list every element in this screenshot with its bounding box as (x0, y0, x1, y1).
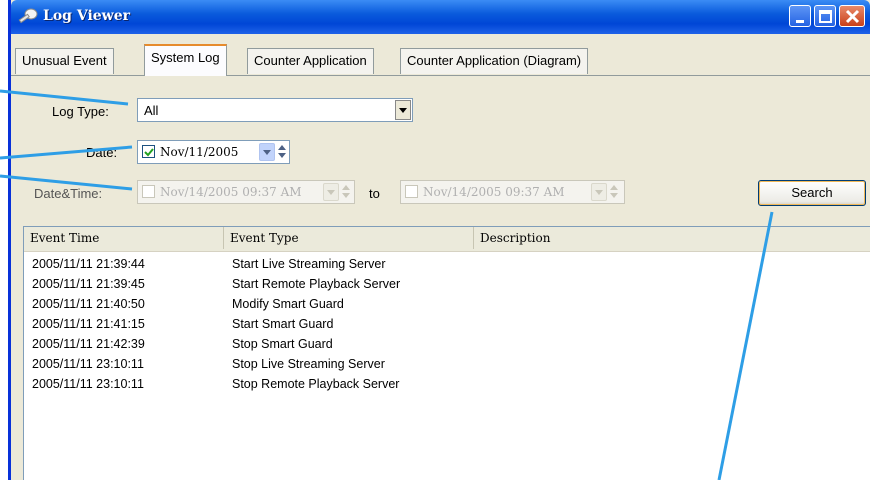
tab-counter-application-diagram[interactable]: Counter Application (Diagram) (400, 48, 589, 74)
date-label: Date: (86, 145, 118, 160)
title-bar[interactable]: Log Viewer (11, 0, 870, 34)
table-body: 2005/11/11 21:39:44 Start Live Streaming… (24, 255, 870, 395)
datetime-to-picker[interactable]: Nov/14/2005 09:37 AM (400, 180, 625, 204)
table-row[interactable]: 2005/11/11 21:39:44 Start Live Streaming… (24, 255, 870, 275)
date-value: Nov/11/2005 (160, 145, 239, 159)
datetime-to-spinner[interactable] (609, 183, 619, 201)
checkmark-icon (144, 148, 154, 157)
event-time-cell: 2005/11/11 21:40:50 (32, 297, 145, 311)
table-header: Event Time Event Type Description (24, 227, 870, 252)
datetime-from-picker[interactable]: Nov/14/2005 09:37 AM (137, 180, 355, 204)
event-type-cell: Start Remote Playback Server (232, 277, 401, 291)
chevron-down-icon[interactable] (395, 100, 411, 120)
event-type-cell: Stop Smart Guard (232, 337, 333, 351)
event-time-cell: 2005/11/11 23:10:11 (32, 357, 144, 371)
close-button[interactable] (839, 5, 865, 27)
datetime-from-spinner[interactable] (341, 183, 351, 201)
event-type-cell: Start Smart Guard (232, 317, 334, 331)
window-title: Log Viewer (43, 8, 131, 24)
datetime-from-value: Nov/14/2005 09:37 AM (160, 185, 302, 199)
tab-strip: Unusual Event System Log Counter Applica… (11, 36, 870, 76)
minimize-icon (796, 20, 804, 23)
search-button[interactable]: Search (758, 180, 866, 206)
tab-divider (11, 75, 870, 76)
minimize-button[interactable] (789, 5, 811, 27)
log-viewer-window: Log Viewer Unusual Event System Log Coun… (8, 0, 870, 480)
log-type-value: All (144, 103, 159, 118)
event-time-cell: 2005/11/11 21:41:15 (32, 317, 145, 331)
tab-counter-application[interactable]: Counter Application (247, 48, 374, 74)
table-row[interactable]: 2005/11/11 23:10:11 Stop Remote Playback… (24, 375, 870, 395)
maximize-button[interactable] (814, 5, 836, 27)
log-type-select[interactable]: All (137, 98, 413, 122)
event-type-cell: Stop Live Streaming Server (232, 357, 385, 371)
column-header-event-time[interactable]: Event Time (24, 227, 224, 249)
event-time-cell: 2005/11/11 21:42:39 (32, 337, 145, 351)
event-type-cell: Modify Smart Guard (232, 297, 344, 311)
datetime-to-value: Nov/14/2005 09:37 AM (423, 185, 565, 199)
maximize-icon (819, 10, 832, 23)
column-header-event-type[interactable]: Event Type (224, 227, 474, 249)
key-icon (17, 7, 39, 27)
calendar-dropdown-icon[interactable] (259, 143, 275, 161)
event-log-table[interactable]: Event Time Event Type Description 2005/1… (23, 226, 870, 480)
column-header-description[interactable]: Description (474, 227, 870, 249)
log-type-label: Log Type: (52, 104, 109, 119)
datetime-from-checkbox[interactable] (142, 185, 155, 198)
close-icon (845, 9, 860, 24)
calendar-dropdown-icon[interactable] (323, 183, 339, 201)
date-picker[interactable]: Nov/11/2005 (137, 140, 290, 164)
datetime-label: Date&Time: (34, 186, 103, 201)
table-row[interactable]: 2005/11/11 21:40:50 Modify Smart Guard (24, 295, 870, 315)
table-row[interactable]: 2005/11/11 21:41:15 Start Smart Guard (24, 315, 870, 335)
table-row[interactable]: 2005/11/11 21:39:45 Start Remote Playbac… (24, 275, 870, 295)
event-type-cell: Stop Remote Playback Server (232, 377, 400, 391)
date-spinner[interactable] (277, 143, 287, 161)
table-row[interactable]: 2005/11/11 23:10:11 Stop Live Streaming … (24, 355, 870, 375)
table-row[interactable]: 2005/11/11 21:42:39 Stop Smart Guard (24, 335, 870, 355)
datetime-to-label: to (369, 186, 380, 201)
event-time-cell: 2005/11/11 23:10:11 (32, 377, 144, 391)
date-checkbox[interactable] (142, 145, 155, 158)
tab-system-log[interactable]: System Log (144, 44, 227, 76)
calendar-dropdown-icon[interactable] (591, 183, 607, 201)
datetime-to-checkbox[interactable] (405, 185, 418, 198)
event-time-cell: 2005/11/11 21:39:45 (32, 277, 145, 291)
tab-unusual-event[interactable]: Unusual Event (15, 48, 114, 74)
event-type-cell: Start Live Streaming Server (232, 257, 386, 271)
event-time-cell: 2005/11/11 21:39:44 (32, 257, 145, 271)
